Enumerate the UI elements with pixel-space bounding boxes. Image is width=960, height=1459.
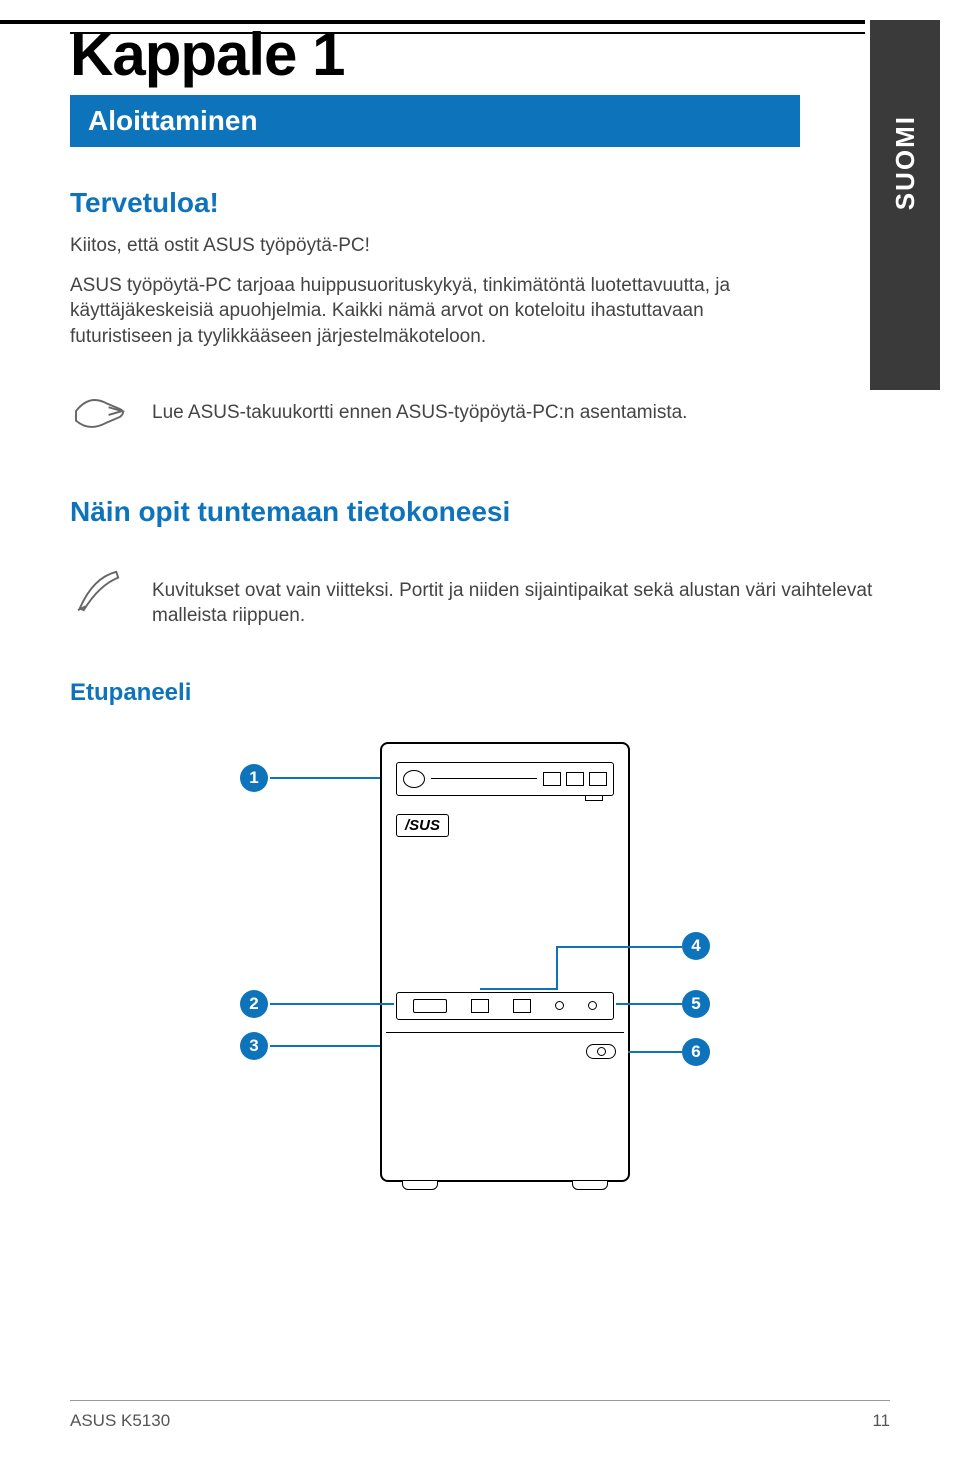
- footer-model: ASUS K5130: [70, 1411, 170, 1431]
- footer-page-number: 11: [872, 1411, 890, 1431]
- eject-button: [585, 795, 603, 801]
- feather-pen-icon: [70, 568, 128, 619]
- tower-foot: [402, 1180, 438, 1190]
- drive-format-icons: [543, 772, 607, 786]
- chapter-subtitle: Aloittaminen: [70, 95, 800, 147]
- cd-icon: [589, 772, 607, 786]
- page-footer: ASUS K5130 11: [70, 1400, 890, 1431]
- callout-1-line: [270, 777, 380, 779]
- chapter-title: Kappale 1: [70, 20, 890, 89]
- asus-logo: /SUS: [396, 814, 449, 837]
- pc-tower: /SUS: [380, 742, 630, 1182]
- callout-5: 5: [682, 990, 710, 1018]
- dvd-icon: [566, 772, 584, 786]
- callout-4-line: [556, 946, 682, 948]
- welcome-line1: Kiitos, että ostit ASUS työpöytä-PC!: [70, 233, 790, 259]
- audio-jack-icon: [555, 1001, 564, 1010]
- card-reader-slot: [413, 999, 447, 1013]
- usb-port-icon: [471, 999, 489, 1013]
- usb-port-icon: [513, 999, 531, 1013]
- note-warranty: Lue ASUS-takuukortti ennen ASUS-työpöytä…: [70, 390, 890, 441]
- power-button: [586, 1044, 616, 1059]
- front-panel-heading: Etupaneeli: [70, 679, 890, 707]
- audio-jack-icon: [588, 1001, 597, 1010]
- tower-foot: [572, 1180, 608, 1190]
- callout-6-line: [628, 1051, 682, 1053]
- bluray-icon: [543, 772, 561, 786]
- front-io-panel: [396, 992, 614, 1020]
- callout-4-line: [556, 946, 558, 990]
- front-panel-diagram: /SUS 1 2 3 4 5 6: [70, 742, 830, 1212]
- callout-6: 6: [682, 1038, 710, 1066]
- section-heading: Näin opit tuntemaan tietokoneesi: [70, 496, 890, 528]
- note-illustration: Kuvitukset ovat vain viitteksi. Portit j…: [70, 568, 890, 629]
- callout-5-line: [616, 1003, 682, 1005]
- callout-4: 4: [682, 932, 710, 960]
- optical-drive-bay: [396, 762, 614, 796]
- callout-3: 3: [240, 1032, 268, 1060]
- callout-4-line: [480, 988, 556, 990]
- panel-divider: [386, 1032, 624, 1033]
- note-illustration-text: Kuvitukset ovat vain viitteksi. Portit j…: [152, 568, 890, 629]
- callout-2: 2: [240, 990, 268, 1018]
- welcome-heading: Tervetuloa!: [70, 187, 890, 219]
- callout-3-line: [270, 1045, 380, 1047]
- hand-point-icon: [70, 390, 128, 441]
- callout-2-line: [270, 1003, 394, 1005]
- note-warranty-text: Lue ASUS-takuukortti ennen ASUS-työpöytä…: [152, 390, 687, 426]
- drive-tray-line: [431, 778, 537, 779]
- callout-1: 1: [240, 764, 268, 792]
- welcome-paragraph: ASUS työpöytä-PC tarjoaa huippusuoritusk…: [70, 273, 790, 350]
- disc-icon: [403, 770, 425, 788]
